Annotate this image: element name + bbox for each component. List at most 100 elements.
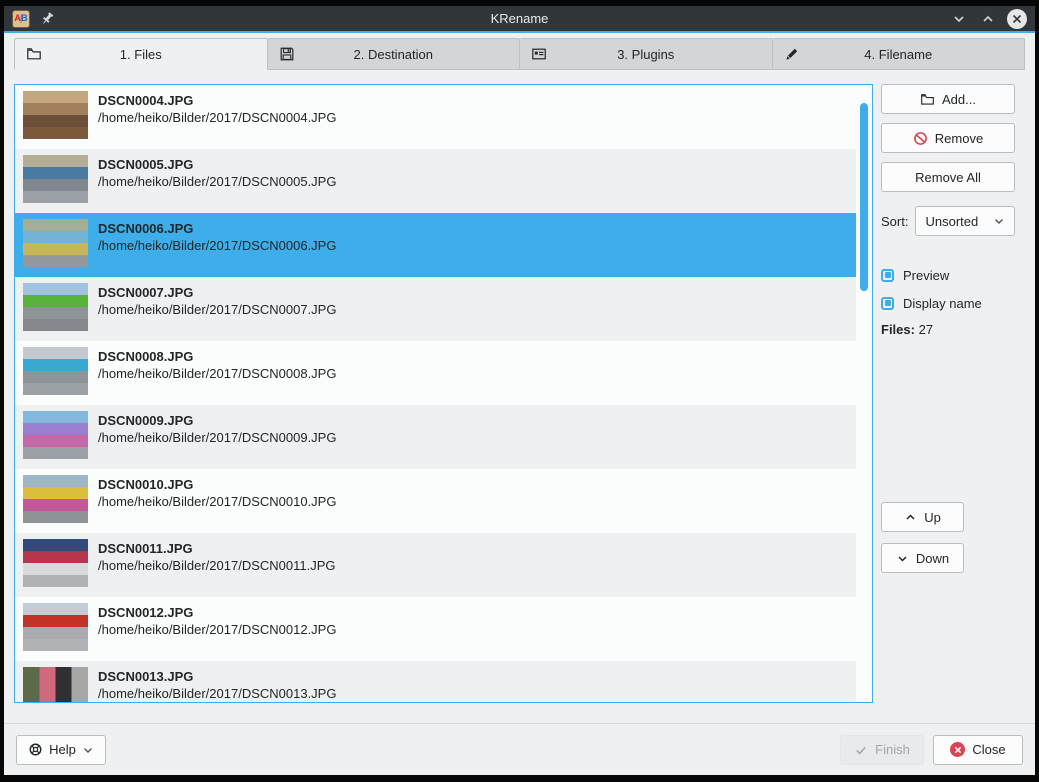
move-up-label: Up [924,510,941,525]
file-row[interactable]: DSCN0011.JPG/home/heiko/Bilder/2017/DSCN… [15,533,856,597]
file-path: /home/heiko/Bilder/2017/DSCN0013.JPG [98,685,336,702]
help-lifebuoy-icon [28,742,43,757]
tab-files-label: 1. Files [15,47,267,62]
chevron-down-icon [896,552,909,565]
remove-button-label: Remove [935,131,983,146]
file-meta: DSCN0013.JPG/home/heiko/Bilder/2017/DSCN… [98,667,336,702]
file-meta: DSCN0010.JPG/home/heiko/Bilder/2017/DSCN… [98,475,336,510]
file-thumbnail [23,411,88,459]
file-row[interactable]: DSCN0012.JPG/home/heiko/Bilder/2017/DSCN… [15,597,856,661]
file-thumbnail [23,539,88,587]
file-path: /home/heiko/Bilder/2017/DSCN0009.JPG [98,429,336,446]
file-name: DSCN0009.JPG [98,412,336,429]
remove-button[interactable]: Remove [881,123,1015,153]
file-row[interactable]: DSCN0010.JPG/home/heiko/Bilder/2017/DSCN… [15,469,856,533]
file-name: DSCN0004.JPG [98,92,336,109]
file-name: DSCN0005.JPG [98,156,336,173]
file-path: /home/heiko/Bilder/2017/DSCN0011.JPG [98,557,336,574]
file-thumbnail [23,475,88,523]
file-thumbnail [23,219,88,267]
help-button[interactable]: Help [16,735,106,765]
file-meta: DSCN0007.JPG/home/heiko/Bilder/2017/DSCN… [98,283,336,318]
file-list[interactable]: DSCN0004.JPG/home/heiko/Bilder/2017/DSCN… [14,84,873,703]
add-button-label: Add... [942,92,976,107]
file-name: DSCN0013.JPG [98,668,336,685]
tab-plugins-label: 3. Plugins [520,47,772,62]
file-path: /home/heiko/Bilder/2017/DSCN0012.JPG [98,621,336,638]
file-row[interactable]: DSCN0005.JPG/home/heiko/Bilder/2017/DSCN… [15,149,856,213]
tab-filename-label: 4. Filename [773,47,1025,62]
display-name-checkbox-label: Display name [903,296,982,311]
tab-filename[interactable]: 4. Filename [773,38,1026,70]
sort-label: Sort: [881,214,908,229]
file-row[interactable]: DSCN0009.JPG/home/heiko/Bilder/2017/DSCN… [15,405,856,469]
file-row[interactable]: DSCN0008.JPG/home/heiko/Bilder/2017/DSCN… [15,341,856,405]
list-details-icon [531,46,547,62]
file-name: DSCN0010.JPG [98,476,336,493]
file-name: DSCN0007.JPG [98,284,336,301]
file-path: /home/heiko/Bilder/2017/DSCN0004.JPG [98,109,336,126]
file-meta: DSCN0012.JPG/home/heiko/Bilder/2017/DSCN… [98,603,336,638]
file-meta: DSCN0011.JPG/home/heiko/Bilder/2017/DSCN… [98,539,336,574]
file-path: /home/heiko/Bilder/2017/DSCN0007.JPG [98,301,336,318]
scrollbar-thumb[interactable] [860,103,868,291]
maximize-button[interactable] [978,9,998,29]
close-button-label: Close [972,742,1005,757]
help-button-label: Help [49,742,76,757]
file-path: /home/heiko/Bilder/2017/DSCN0008.JPG [98,365,336,382]
wizard-tabbar: 1. Files 2. Destination [14,38,1025,70]
file-path: /home/heiko/Bilder/2017/DSCN0010.JPG [98,493,336,510]
remove-all-button[interactable]: Remove All [881,162,1015,192]
finish-button[interactable]: Finish [840,735,924,765]
sort-dropdown[interactable]: Unsorted [915,206,1015,236]
close-button[interactable]: Close [933,735,1023,765]
footer-bar: Help Finish Close [4,723,1035,775]
file-meta: DSCN0005.JPG/home/heiko/Bilder/2017/DSCN… [98,155,336,190]
scrollbar-track[interactable] [856,85,872,702]
move-down-button[interactable]: Down [881,543,964,573]
remove-all-button-label: Remove All [915,170,981,185]
tab-files[interactable]: 1. Files [14,38,268,70]
close-window-button[interactable] [1007,9,1027,29]
display-name-checkbox-row[interactable]: Display name [881,294,1015,312]
files-page: DSCN0004.JPG/home/heiko/Bilder/2017/DSCN… [4,70,1035,723]
add-button[interactable]: Add... [881,84,1015,114]
file-thumbnail [23,283,88,331]
file-row[interactable]: DSCN0004.JPG/home/heiko/Bilder/2017/DSCN… [15,85,856,149]
pencil-icon [784,46,800,62]
file-thumbnail [23,155,88,203]
tab-plugins[interactable]: 3. Plugins [520,38,773,70]
pin-icon[interactable] [40,11,55,26]
minimize-button[interactable] [949,9,969,29]
preview-checkbox[interactable] [881,269,894,282]
check-icon [854,743,868,757]
sort-dropdown-value: Unsorted [925,214,978,229]
file-thumbnail [23,603,88,651]
add-folder-icon [920,92,935,107]
tab-destination[interactable]: 2. Destination [268,38,521,70]
chevron-up-icon [904,511,917,524]
close-red-icon [950,742,965,757]
display-name-checkbox[interactable] [881,297,894,310]
finish-button-label: Finish [875,742,910,757]
file-row[interactable]: DSCN0013.JPG/home/heiko/Bilder/2017/DSCN… [15,661,856,703]
app-icon-letter-b: B [21,14,28,23]
titlebar[interactable]: A|B KRename [4,6,1035,33]
file-meta: DSCN0008.JPG/home/heiko/Bilder/2017/DSCN… [98,347,336,382]
krename-window: A|B KRename [4,6,1035,775]
files-count: Files: 27 [881,322,1015,337]
file-thumbnail [23,667,88,703]
remove-icon [913,131,928,146]
move-up-button[interactable]: Up [881,502,964,532]
window-title: KRename [4,11,1035,26]
file-path: /home/heiko/Bilder/2017/DSCN0005.JPG [98,173,336,190]
move-down-label: Down [916,551,949,566]
file-row[interactable]: DSCN0006.JPG/home/heiko/Bilder/2017/DSCN… [15,213,856,277]
file-row[interactable]: DSCN0007.JPG/home/heiko/Bilder/2017/DSCN… [15,277,856,341]
preview-checkbox-label: Preview [903,268,949,283]
tab-destination-label: 2. Destination [268,47,520,62]
file-thumbnail [23,91,88,139]
save-icon [279,46,295,62]
files-count-label: Files: [881,322,915,337]
preview-checkbox-row[interactable]: Preview [881,266,1015,284]
